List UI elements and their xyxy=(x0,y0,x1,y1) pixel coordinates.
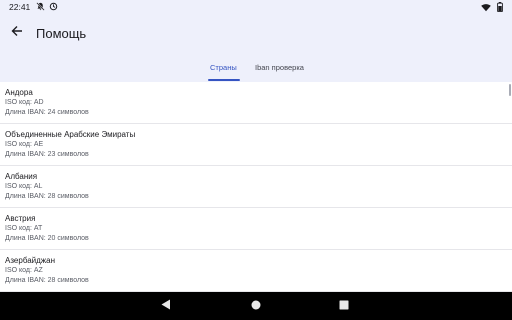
list-item[interactable]: Австрия ISO код: AT Длина IBAN: 20 симво… xyxy=(0,208,512,250)
back-button[interactable] xyxy=(8,24,26,42)
iso-code: ISO код: AL xyxy=(5,183,43,190)
iso-code: ISO код: AE xyxy=(5,141,44,148)
country-name: Албания xyxy=(5,172,38,181)
page-title: Помощь xyxy=(36,26,87,41)
iso-code: ISO код: AT xyxy=(5,225,43,232)
nav-home-icon xyxy=(251,297,261,315)
battery-icon xyxy=(497,2,503,14)
arrow-back-icon xyxy=(11,24,23,42)
tab-indicator xyxy=(208,79,240,81)
nav-back-button[interactable] xyxy=(159,299,173,313)
country-name: Андора xyxy=(5,88,33,97)
list-item[interactable]: Азербайджан ISO код: AZ Длина IBAN: 28 с… xyxy=(0,250,512,292)
system-nav-bar xyxy=(0,292,512,320)
list-item[interactable]: Албания ISO код: AL Длина IBAN: 28 симво… xyxy=(0,166,512,208)
iban-length: Длина IBAN: 28 символов xyxy=(5,193,89,200)
app-bar: Помощь xyxy=(0,14,512,56)
tab-countries[interactable]: Страны xyxy=(210,63,237,72)
country-name: Объединенные Арабские Эмираты xyxy=(5,130,136,139)
data-saver-icon xyxy=(49,2,58,13)
list-item[interactable]: Андора ISO код: AD Длина IBAN: 24 символ… xyxy=(0,82,512,124)
iban-length: Длина IBAN: 20 символов xyxy=(5,235,89,242)
status-right-icons xyxy=(481,2,503,14)
status-time: 22:41 xyxy=(9,2,31,12)
nav-recents-button[interactable] xyxy=(337,299,351,313)
nav-back-icon xyxy=(161,297,171,315)
iban-length: Длина IBAN: 23 символов xyxy=(5,151,89,158)
tab-iban-check[interactable]: Iban проверка xyxy=(255,63,304,72)
nav-recents-icon xyxy=(339,297,349,315)
country-name: Австрия xyxy=(5,214,36,223)
tab-bar: Страны Iban проверка xyxy=(0,56,512,82)
scrollbar-thumb[interactable] xyxy=(509,84,511,96)
country-list[interactable]: Андора ISO код: AD Длина IBAN: 24 символ… xyxy=(0,82,512,292)
iban-length: Длина IBAN: 24 символов xyxy=(5,109,89,116)
status-left-icons xyxy=(36,2,58,13)
iso-code: ISO код: AZ xyxy=(5,267,43,274)
iban-length: Длина IBAN: 28 символов xyxy=(5,277,89,284)
iso-code: ISO код: AD xyxy=(5,99,44,106)
nav-home-button[interactable] xyxy=(249,299,263,313)
country-name: Азербайджан xyxy=(5,256,56,265)
status-bar: 22:41 xyxy=(0,0,512,14)
list-item[interactable]: Объединенные Арабские Эмираты ISO код: A… xyxy=(0,124,512,166)
notification-muted-icon xyxy=(36,2,45,13)
wifi-icon xyxy=(481,3,491,14)
